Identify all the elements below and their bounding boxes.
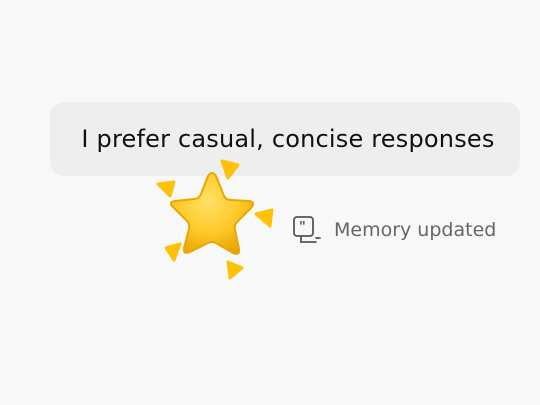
spark-right bbox=[254, 208, 274, 228]
memory-updated-text: Memory updated bbox=[334, 219, 497, 241]
memory-icon: " bbox=[292, 215, 322, 245]
message-text: I prefer casual, concise responses bbox=[81, 125, 495, 153]
spark-bottom bbox=[226, 260, 244, 280]
sparkle-star-icon bbox=[152, 156, 278, 284]
star-body bbox=[169, 172, 255, 255]
spark-left-top bbox=[156, 180, 176, 198]
memory-status: " Memory updated bbox=[292, 214, 496, 246]
message-bubble: I prefer casual, concise responses bbox=[50, 102, 520, 176]
svg-text:": " bbox=[299, 220, 306, 235]
spark-left-bottom bbox=[164, 242, 182, 262]
spark-top bbox=[220, 159, 240, 180]
